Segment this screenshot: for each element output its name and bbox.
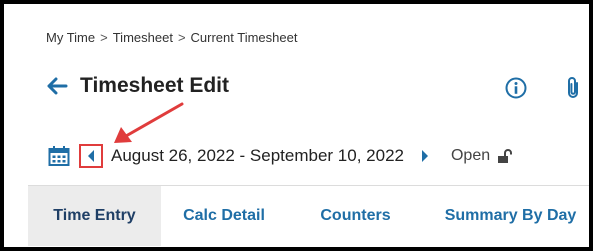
date-range-label: August 26, 2022 - September 10, 2022 bbox=[111, 146, 404, 165]
tab-counters[interactable]: Counters bbox=[303, 186, 408, 246]
breadcrumb-my-time[interactable]: My Time bbox=[46, 30, 95, 45]
period-navigation: August 26, 2022 - September 10, 2022 Ope… bbox=[48, 144, 513, 168]
breadcrumb-timesheet[interactable]: Timesheet bbox=[113, 30, 173, 45]
title-row: Timesheet Edit bbox=[46, 74, 229, 98]
breadcrumb: My Time > Timesheet > Current Timesheet bbox=[46, 30, 297, 45]
tab-time-entry[interactable]: Time Entry bbox=[28, 186, 161, 246]
tab-calc-detail[interactable]: Calc Detail bbox=[168, 186, 280, 246]
page-title: Timesheet Edit bbox=[80, 74, 229, 97]
breadcrumb-separator: > bbox=[177, 30, 186, 45]
previous-period-button[interactable] bbox=[79, 144, 103, 168]
caret-left-icon bbox=[88, 150, 94, 162]
caret-right-icon[interactable] bbox=[420, 149, 430, 163]
calendar-icon[interactable] bbox=[48, 145, 70, 167]
tab-summary-by-day[interactable]: Summary By Day bbox=[428, 186, 589, 246]
screenshot-frame: My Time > Timesheet > Current Timesheet Time… bbox=[0, 0, 593, 251]
breadcrumb-current-timesheet: Current Timesheet bbox=[190, 30, 298, 45]
annotation-arrow-icon bbox=[114, 102, 184, 143]
arrow-left-icon[interactable] bbox=[46, 77, 68, 95]
paperclip-icon[interactable] bbox=[566, 76, 580, 100]
info-circle-icon[interactable] bbox=[505, 77, 527, 99]
timesheet-status: Open bbox=[450, 147, 491, 164]
tab-bar: Time Entry Calc Detail Counters Summary … bbox=[28, 185, 589, 246]
breadcrumb-separator: > bbox=[100, 30, 108, 45]
unlocked-padlock-icon bbox=[498, 149, 513, 163]
